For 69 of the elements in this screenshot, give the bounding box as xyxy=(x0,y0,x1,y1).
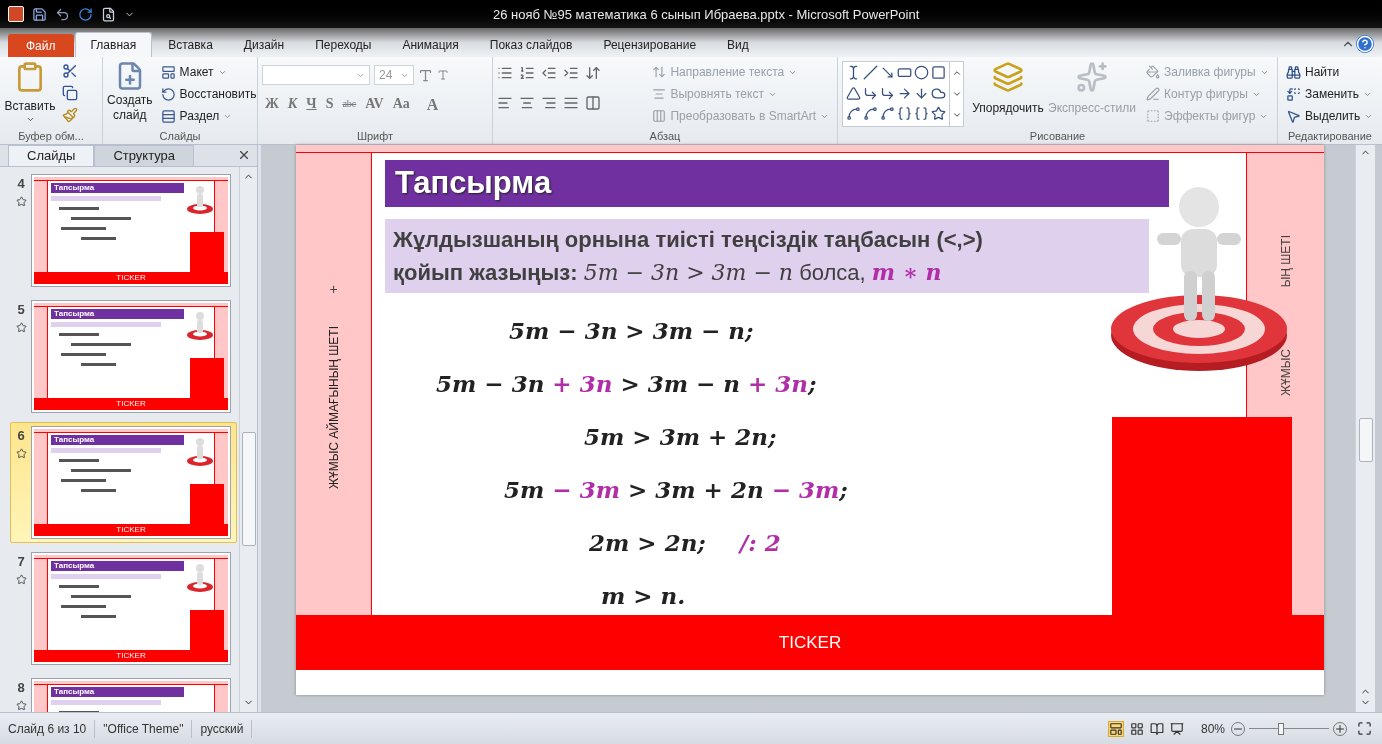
thumbnail-title: Тапсырма xyxy=(54,688,95,696)
language: русский xyxy=(192,719,253,738)
ribbon-tab[interactable]: Показ слайдов xyxy=(474,32,588,57)
ribbon-tab[interactable]: Вставка xyxy=(153,32,228,57)
slide-number: 7 xyxy=(17,553,25,571)
window-title: 26 нояб №95 математика 6 сынып Ибраева.pptx - Microsoft PowerPoint xyxy=(493,8,920,21)
equation: 5m − 3n > 3m − n; xyxy=(509,315,754,346)
group-label: Буфер обм... xyxy=(18,130,84,142)
ticker-bar: TICKER xyxy=(296,615,1324,670)
format-button[interactable]: Aa xyxy=(389,93,413,113)
thumbnail-ticker: TICKER xyxy=(116,400,146,408)
slide-number: 5 xyxy=(17,301,25,319)
thumbnail-ticker: TICKER xyxy=(116,526,146,534)
panel-tab[interactable]: Слайды xyxy=(8,145,95,166)
group-label: Абзац xyxy=(649,130,681,142)
equation: 5m > 3m + 2n; xyxy=(584,421,777,452)
slide-number: 8 xyxy=(17,679,25,697)
slide-number: 4 xyxy=(17,175,25,193)
ribbon-button[interactable]: Раздел xyxy=(156,105,261,127)
thumbnail-title: Тапсырма xyxy=(54,562,95,570)
zoom-level: 80% xyxy=(1200,720,1225,738)
format-button[interactable]: A xyxy=(423,93,442,113)
thumbnail-ticker: TICKER xyxy=(116,274,146,282)
title-banner: Тапсырма xyxy=(385,160,1169,207)
group-label: Рисование xyxy=(1029,130,1086,142)
margin-label: ЖҰМЫС xyxy=(1277,349,1294,397)
slide-thumbnail[interactable]: 6 Тапсырма TICKER xyxy=(10,422,237,543)
format-button[interactable]: AV xyxy=(362,93,387,113)
equation: 2m > 2n; xyxy=(589,527,706,558)
ribbon-button[interactable]: Восстановить xyxy=(156,83,261,105)
ribbon-button[interactable]: Макет xyxy=(156,61,261,83)
arrange-button[interactable]: Упорядочить xyxy=(970,61,1046,128)
equation: 5m − 3m > 3m + 2n − 3m; xyxy=(504,474,848,505)
plus-sign: + xyxy=(329,279,338,299)
thumbnail-title: Тапсырма xyxy=(54,184,95,192)
slide-counter: Слайд 6 из 10 xyxy=(0,719,96,738)
ribbon-tab[interactable]: Вид xyxy=(712,32,764,57)
ribbon-tab[interactable]: Дизайн xyxy=(228,32,300,57)
thumbnail-title: Тапсырма xyxy=(54,310,95,318)
margin-label: ЖҰМЫС АЙМАҒЫНЫҢ ШЕТІ xyxy=(325,325,342,490)
group-label: Редактирование xyxy=(1288,130,1372,142)
format-button[interactable]: S xyxy=(322,93,337,113)
group-label: Шрифт xyxy=(356,130,394,142)
equation: m > n. xyxy=(601,580,686,611)
ribbon-tab[interactable]: Рецензирование xyxy=(588,32,712,57)
ribbon-tab[interactable]: Переходы xyxy=(300,32,387,57)
ribbon-button[interactable]: Заменить xyxy=(1282,83,1378,105)
task-text: Жұлдызшаның орнына тиісті теңсіздік таңбасын (<,>) xyxy=(393,225,984,254)
format-button[interactable]: Ж xyxy=(262,93,282,113)
equation: 5m − 3n + 3n > 3m − n + 3n; xyxy=(436,368,817,399)
thumbnail-title: Тапсырма xyxy=(54,436,95,444)
panel-tab[interactable]: Структура xyxy=(94,145,195,166)
ribbon-tab[interactable]: Главная xyxy=(74,32,153,57)
ribbon-button[interactable]: Выделить xyxy=(1282,105,1378,127)
group-label: Слайды xyxy=(159,130,201,142)
format-button[interactable]: К xyxy=(284,93,301,113)
format-button[interactable]: abc xyxy=(339,93,360,113)
thumbnail-ticker: TICKER xyxy=(116,652,146,660)
task-text: қойып жазыңыз: 5m − 3n > 3m − n болса, m ∗ n xyxy=(393,257,943,287)
margin-label: ЫҢ ШЕТІ xyxy=(1277,235,1294,288)
ribbon-button[interactable]: Найти xyxy=(1282,61,1378,83)
division-note: /: 2 xyxy=(739,527,781,558)
theme-name: "Office Theme" xyxy=(95,719,193,738)
ribbon-tab[interactable]: Анимация xyxy=(387,32,474,57)
file-tab[interactable]: Файл xyxy=(8,34,74,57)
format-button[interactable]: Ч xyxy=(303,93,320,113)
new-slide-button[interactable]: Создать слайд xyxy=(107,61,153,128)
slide-number: 6 xyxy=(17,427,25,445)
paste-button[interactable]: Вставить xyxy=(4,61,56,128)
